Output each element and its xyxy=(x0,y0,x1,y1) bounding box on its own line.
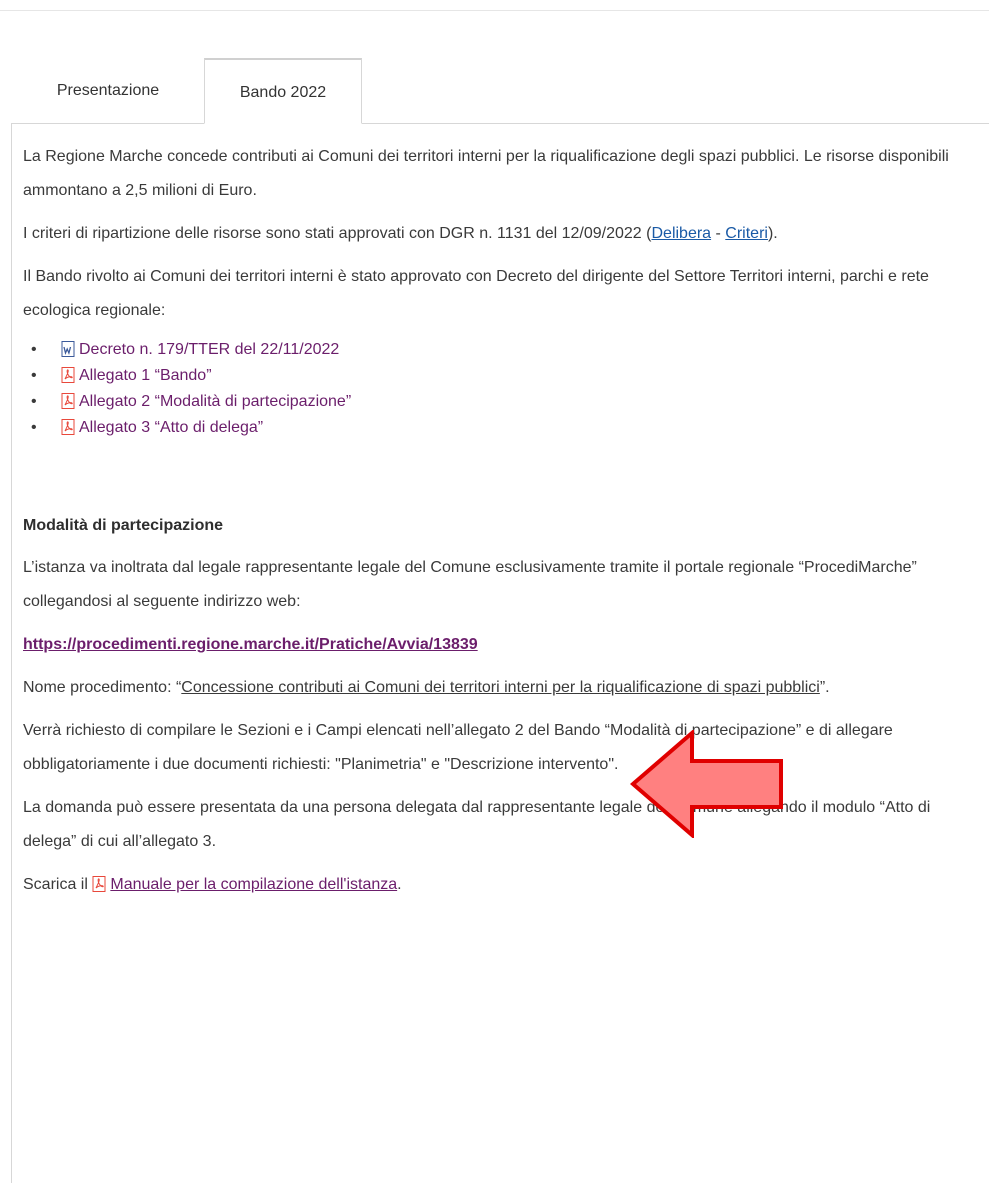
criteria-suffix: ). xyxy=(767,225,778,242)
manual-suffix: . xyxy=(397,876,402,893)
criteri-link[interactable]: Criteri xyxy=(725,225,768,242)
manual-prefix: Scarica il xyxy=(23,876,93,893)
pdf-icon xyxy=(61,367,75,383)
procedure-name-paragraph: Nome procedimento: “Concessione contribu… xyxy=(23,671,983,705)
allegato-2-link[interactable]: Allegato 2 “Modalità di partecipazione” xyxy=(61,393,351,410)
list-item: • Allegato 1 “Bando” xyxy=(31,367,212,384)
allegato-3-link[interactable]: Allegato 3 “Atto di delega” xyxy=(61,419,263,436)
document-list: • Decreto n. 179/TTER del 22/11/2022 • All… xyxy=(23,337,983,441)
procedure-name-link[interactable]: Concessione contributi ai Comuni dei ter… xyxy=(181,679,820,696)
procedimarche-url-link[interactable]: https://procedimenti.regione.marche.it/P… xyxy=(23,636,478,653)
pdf-icon xyxy=(92,876,106,892)
pdf-icon xyxy=(61,393,75,409)
manual-link[interactable]: Manuale per la compilazione dell'istanza xyxy=(110,876,397,893)
bando-paragraph: Il Bando rivolto ai Comuni dei territori… xyxy=(23,268,929,319)
delibera-link[interactable]: Delibera xyxy=(651,225,711,242)
instructions-paragraph: Verrà richiesto di compilare le Sezioni … xyxy=(23,722,893,773)
red-arrow-annotation xyxy=(630,730,783,838)
list-item: • Allegato 3 “Atto di delega” xyxy=(31,419,264,436)
allegato-1-link[interactable]: Allegato 1 “Bando” xyxy=(61,367,212,384)
tab-content: La Regione Marche concede contributi ai … xyxy=(23,140,983,911)
list-item: • Decreto n. 179/TTER del 22/11/2022 xyxy=(31,341,340,358)
word-doc-icon xyxy=(61,341,75,357)
istanza-paragraph: L’istanza va inoltrata dal legale rappre… xyxy=(23,559,917,610)
delegate-paragraph: La domanda può essere presentata da una … xyxy=(23,799,931,850)
top-divider xyxy=(0,10,989,11)
criteria-paragraph: I criteri di ripartizione delle risorse … xyxy=(23,217,983,251)
intro-paragraph: La Regione Marche concede contributi ai … xyxy=(23,148,949,199)
decreto-link[interactable]: Decreto n. 179/TTER del 22/11/2022 xyxy=(61,341,339,358)
tab-presentazione[interactable]: Presentazione xyxy=(12,58,204,123)
procedure-name-suffix: ”. xyxy=(819,679,830,696)
criteria-separator: - xyxy=(711,225,726,242)
list-item: • Allegato 2 “Modalità di partecipazione” xyxy=(31,393,352,410)
criteria-text: I criteri di ripartizione delle risorse … xyxy=(23,225,652,242)
section-title: Modalità di partecipazione xyxy=(23,517,224,534)
procedure-name-prefix: Nome procedimento: “ xyxy=(23,679,182,696)
tab-bando-2022[interactable]: Bando 2022 xyxy=(204,58,362,124)
url-paragraph: https://procedimenti.regione.marche.it/P… xyxy=(23,628,983,662)
manual-paragraph: Scarica il Manuale per la compilazione d… xyxy=(23,868,983,902)
pdf-icon xyxy=(61,419,75,435)
